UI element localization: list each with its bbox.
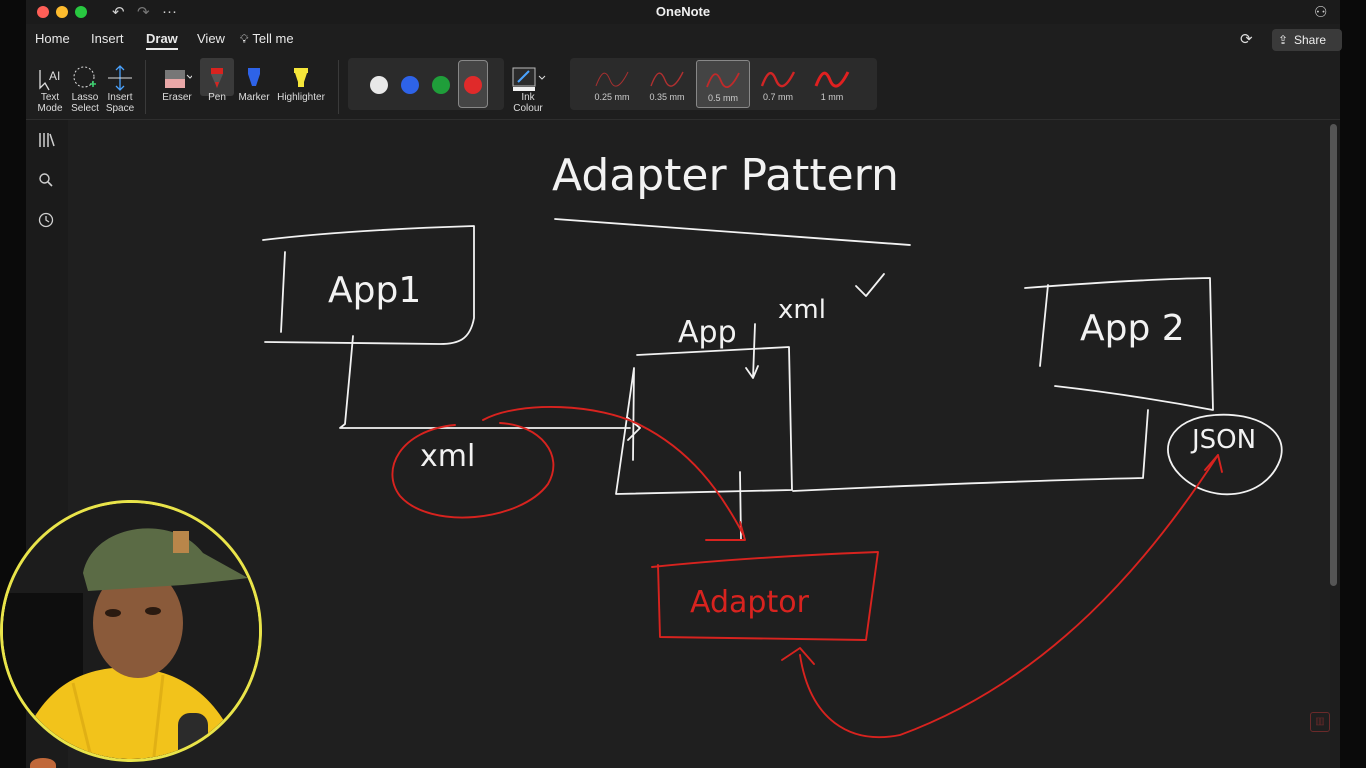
xml-label-circle: xml — [420, 439, 475, 474]
check-mark — [855, 273, 885, 297]
app-to-app2-connector — [792, 409, 1149, 492]
app2-box-left-edge — [1039, 284, 1049, 367]
avatar — [30, 758, 56, 768]
xml-to-adaptor-arrow — [482, 406, 745, 537]
adaptor-label: Adaptor — [690, 585, 810, 620]
red-ink-strokes — [391, 406, 1223, 739]
app2-label: App 2 — [1080, 308, 1185, 349]
json-label: JSON — [1190, 425, 1256, 455]
diagram-title: Adapter Pattern — [552, 150, 899, 201]
app1-label: App1 — [328, 270, 421, 311]
json-arrowhead-at-adaptor — [781, 647, 815, 665]
app-down-arrow — [745, 323, 759, 379]
app-box — [615, 346, 793, 495]
recording-icon: ▥ — [1310, 712, 1330, 732]
xml-label-top: xml — [778, 295, 826, 325]
app1-to-app-connector — [339, 335, 631, 429]
white-ink-strokes — [262, 218, 1283, 541]
json-to-adaptor-arrow — [799, 454, 1219, 739]
adaptor-arrowhead — [705, 521, 746, 541]
presenter-webcam — [0, 500, 262, 762]
app-label: App — [678, 315, 737, 350]
app1-box-left-edge — [280, 251, 286, 333]
title-underline — [554, 218, 911, 246]
presenter-image — [3, 503, 259, 759]
